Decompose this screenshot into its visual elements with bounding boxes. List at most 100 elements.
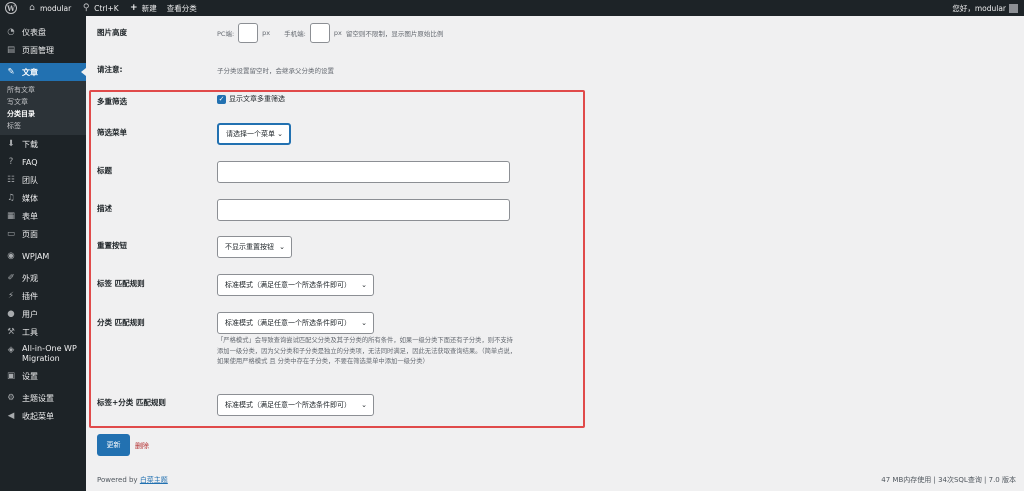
- pushpin-icon: ✎: [7, 67, 15, 77]
- help-icon: ?: [8, 157, 14, 167]
- sidebar-item-label: 主题设置: [22, 393, 54, 403]
- site-name-link[interactable]: ⌂ modular: [22, 0, 76, 16]
- theme-link[interactable]: 白菜主题: [140, 476, 168, 484]
- chevron-down-icon: ⌄: [277, 130, 283, 138]
- wp-logo-menu[interactable]: W: [0, 0, 22, 16]
- tagcat-match-label: 标签+分类 匹配规则: [97, 398, 166, 407]
- image-height-row: PC端: px 手机端: px 留空则不限制，显示图片原始比例: [217, 22, 443, 44]
- account-menu[interactable]: 您好，modular: [947, 0, 1024, 16]
- sidebar-item-users[interactable]: ● 用户: [0, 305, 86, 323]
- sidebar-item-label: 工具: [22, 327, 38, 337]
- sidebar-item-label: 外观: [22, 273, 38, 283]
- sidebar-item-settings[interactable]: ▣ 设置: [0, 367, 86, 385]
- submenu-categories[interactable]: 分类目录: [0, 108, 86, 120]
- submenu-tags[interactable]: 标签: [0, 120, 86, 132]
- new-label: 新建: [141, 3, 157, 13]
- sidebar-item-tools[interactable]: ⚒ 工具: [0, 323, 86, 341]
- sidebar-item-label: WPJAM: [22, 251, 50, 261]
- sidebar-item-forms[interactable]: ▦ 表单: [0, 207, 86, 225]
- avatar: [1009, 3, 1018, 13]
- wrench-icon: ⚒: [7, 327, 15, 337]
- wordpress-logo-icon: W: [5, 2, 17, 14]
- tag-match-label: 标签 匹配规则: [97, 279, 145, 288]
- sidebar-item-label: 用户: [22, 309, 38, 319]
- sidebar-item-migration[interactable]: ◈ All-in-One WP Migration: [0, 341, 86, 367]
- search-icon: ⚲: [82, 3, 90, 13]
- footer-credit: Powered by 白菜主题: [97, 475, 168, 485]
- posts-submenu: 所有文章 写文章 分类目录 标签: [0, 81, 86, 135]
- sidebar-item-page-manage[interactable]: ▤ 页面管理: [0, 41, 86, 59]
- tag-match-select[interactable]: 标准模式（满足任意一个所选条件即可） ⌄: [217, 274, 374, 296]
- checkmark-icon[interactable]: ✓: [217, 94, 226, 104]
- sidebar-item-plugins[interactable]: ⚡ 插件: [0, 287, 86, 305]
- sidebar-item-label: All-in-One WP Migration: [22, 344, 77, 363]
- brush-icon: ✐: [7, 273, 15, 283]
- notice-label: 请注意:: [97, 65, 123, 74]
- search-shortcut[interactable]: ⚲ Ctrl+K: [76, 0, 124, 16]
- filter-menu-label: 筛选菜单: [97, 128, 127, 137]
- search-shortcut-label: Ctrl+K: [94, 3, 119, 13]
- sidebar-item-posts[interactable]: ✎ 文章: [0, 63, 86, 81]
- sidebar-collapse[interactable]: ◀ 收起菜单: [0, 407, 86, 425]
- admin-bar: W ⌂ modular ⚲ Ctrl+K + 新建 查看分类 您好，modula…: [0, 0, 1024, 16]
- sidebar-item-label: 团队: [22, 175, 38, 185]
- admin-sidebar: ◔ 仪表盘 ▤ 页面管理 ✎ 文章 所有文章 写文章 分类目录 标签 ⬇ 下载 …: [0, 16, 86, 491]
- delete-link[interactable]: 删除: [135, 441, 149, 451]
- chevron-down-icon: ⌄: [361, 401, 367, 409]
- sidebar-item-label: 插件: [22, 291, 38, 301]
- sidebar-item-label: 设置: [22, 371, 38, 381]
- cat-match-select[interactable]: 标准模式（满足任意一个所选条件即可） ⌄: [217, 312, 374, 334]
- page-icon: ▭: [6, 229, 16, 239]
- update-button[interactable]: 更新: [97, 434, 130, 456]
- description-input[interactable]: [217, 199, 510, 221]
- mobile-height-input[interactable]: [309, 23, 330, 43]
- sidebar-item-faq[interactable]: ? FAQ: [0, 153, 86, 171]
- plus-icon: +: [129, 3, 138, 13]
- filter-menu-select[interactable]: 请选择一个菜单 ⌄: [217, 123, 291, 145]
- reset-button-value: 不显示重置按钮: [225, 243, 274, 251]
- reset-button-label: 重置按钮: [97, 241, 127, 250]
- sidebar-item-dashboard[interactable]: ◔ 仪表盘: [0, 23, 86, 41]
- sidebar-item-wpjam[interactable]: ◉ WPJAM: [0, 247, 86, 265]
- px-unit-mobile: px: [333, 29, 342, 37]
- tagcat-match-value: 标准模式（满足任意一个所选条件即可）: [225, 401, 351, 409]
- submenu-all-posts[interactable]: 所有文章: [0, 84, 86, 96]
- cat-match-description: 「严格模式」会导致查询尝试匹配父分类及其子分类的所有条件，如果一级分类下面还有子…: [217, 337, 517, 365]
- multi-filter-checkbox-label: 显示文章多重筛选: [229, 95, 285, 103]
- site-name: modular: [40, 3, 72, 13]
- sidebar-item-team[interactable]: ☷ 团队: [0, 171, 86, 189]
- reset-button-select[interactable]: 不显示重置按钮 ⌄: [217, 236, 292, 258]
- sidebar-item-label: 页面: [22, 229, 38, 239]
- gear-icon: ⚙: [7, 393, 15, 403]
- sidebar-item-theme-settings[interactable]: ⚙ 主题设置: [0, 389, 86, 407]
- px-unit-pc: px: [262, 29, 271, 37]
- view-category-link[interactable]: 查看分类: [162, 0, 202, 16]
- forms-icon: ▦: [6, 211, 16, 221]
- dashboard-icon: ◔: [7, 27, 15, 37]
- home-icon: ⌂: [29, 3, 35, 13]
- sidebar-item-pages[interactable]: ▭ 页面: [0, 225, 86, 243]
- multi-filter-checkbox-row[interactable]: ✓ 显示文章多重筛选: [217, 94, 285, 104]
- user-icon: ●: [7, 309, 15, 319]
- main-content: 图片高度 PC端: px 手机端: px 留空则不限制，显示图片原始比例 请注意…: [86, 16, 1024, 491]
- view-label: 查看分类: [166, 3, 197, 13]
- title-input[interactable]: [217, 161, 510, 183]
- sidebar-item-download[interactable]: ⬇ 下载: [0, 135, 86, 153]
- image-height-label: 图片高度: [97, 28, 127, 37]
- tagcat-match-select[interactable]: 标准模式（满足任意一个所选条件即可） ⌄: [217, 394, 374, 416]
- chevron-down-icon: ⌄: [279, 243, 285, 251]
- sidebar-item-label: 媒体: [22, 193, 38, 203]
- sidebar-item-label: 文章: [22, 67, 38, 77]
- cat-match-label: 分类 匹配规则: [97, 318, 145, 327]
- pc-height-input[interactable]: [238, 23, 259, 43]
- multi-filter-label: 多重筛选: [97, 97, 127, 106]
- image-height-hint: 留空则不限制，显示图片原始比例: [345, 30, 444, 38]
- sidebar-item-media[interactable]: ♫ 媒体: [0, 189, 86, 207]
- submenu-new-post[interactable]: 写文章: [0, 96, 86, 108]
- collapse-icon: ◀: [7, 411, 15, 421]
- highlight-frame: [89, 90, 585, 428]
- sidebar-item-appearance[interactable]: ✐ 外观: [0, 269, 86, 287]
- new-content-link[interactable]: + 新建: [124, 0, 162, 16]
- settings-icon: ▣: [6, 371, 16, 381]
- powered-by-text: Powered by: [97, 476, 138, 484]
